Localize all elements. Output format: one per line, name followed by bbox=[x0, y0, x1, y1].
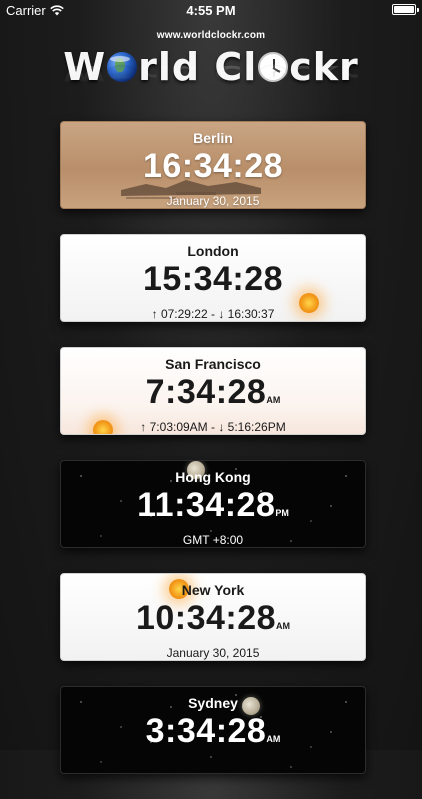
earth-reflection-icon bbox=[107, 64, 138, 82]
clock-detail: January 30, 2015 bbox=[166, 194, 260, 208]
logo-reflection-right: ckr bbox=[289, 60, 359, 85]
clock-time-value: 16:34:28 bbox=[142, 147, 284, 185]
city-name: New York bbox=[181, 582, 245, 598]
clock-reflection-icon bbox=[258, 64, 289, 82]
sun-times: ↑ 7:03:09AM - ↓ 5:16:26PM bbox=[140, 420, 286, 434]
clock-card-new-york[interactable]: New York 10:34:28AM January 30, 2015 bbox=[60, 573, 366, 661]
ampm-label: AM bbox=[266, 395, 281, 405]
city-name: Sydney bbox=[188, 695, 238, 711]
clock-time: 11:34:28PM bbox=[61, 487, 365, 531]
clock-time-value: 7:34:28 bbox=[145, 373, 267, 411]
clock-time-value: 15:34:28 bbox=[142, 260, 284, 298]
ampm-label: AM bbox=[276, 621, 291, 631]
app-header: www.worldclockr.com W rld Cl ckr W rld C… bbox=[0, 30, 422, 119]
city-name: Berlin bbox=[193, 130, 233, 146]
battery-icon bbox=[392, 4, 419, 15]
clock-time: 15:34:28 bbox=[61, 261, 365, 305]
logo-reflection-left: W bbox=[63, 60, 107, 85]
status-bar: Carrier 4:55 PM bbox=[0, 0, 422, 20]
status-time: 4:55 PM bbox=[186, 3, 236, 18]
clock-card-sydney[interactable]: Sydney 3:34:28AM bbox=[60, 686, 366, 774]
timezone-offset: GMT +8:00 bbox=[182, 533, 244, 547]
clock-time-value: 11:34:28 bbox=[137, 486, 276, 524]
city-name: San Francisco bbox=[165, 356, 261, 372]
clock-time: 3:34:28AM bbox=[61, 713, 365, 757]
logo: W rld Cl ckr W rld Cl ckr bbox=[0, 41, 422, 119]
logo-reflection-mid: rld Cl bbox=[138, 60, 258, 85]
clock-list: Berlin 16:34:28 January 30, 2015 London … bbox=[60, 121, 366, 799]
sun-times: ↑ 07:29:22 - ↓ 16:30:37 bbox=[151, 307, 275, 321]
clock-time: 16:34:28 bbox=[61, 148, 365, 192]
clock-card-san-francisco[interactable]: San Francisco 7:34:28AM ↑ 7:03:09AM - ↓ … bbox=[60, 347, 366, 435]
logo-reflection: W rld Cl ckr bbox=[0, 61, 422, 85]
ampm-label: AM bbox=[266, 734, 281, 744]
clock-detail: January 30, 2015 bbox=[166, 646, 260, 660]
clock-card-hong-kong[interactable]: Hong Kong 11:34:28PM GMT +8:00 bbox=[60, 460, 366, 548]
clock-time-value: 10:34:28 bbox=[135, 599, 277, 637]
clock-card-berlin[interactable]: Berlin 16:34:28 January 30, 2015 bbox=[60, 121, 366, 209]
clock-time: 7:34:28AM bbox=[61, 374, 365, 418]
clock-card-london[interactable]: London 15:34:28 ↑ 07:29:22 - ↓ 16:30:37 bbox=[60, 234, 366, 322]
status-right bbox=[392, 4, 419, 15]
city-name: London bbox=[187, 243, 239, 259]
city-name: Hong Kong bbox=[175, 469, 251, 485]
ampm-label: PM bbox=[275, 508, 289, 518]
site-url[interactable]: www.worldclockr.com bbox=[0, 30, 422, 41]
clock-time: 10:34:28AM bbox=[61, 600, 365, 644]
clock-time-value: 3:34:28 bbox=[145, 712, 267, 750]
